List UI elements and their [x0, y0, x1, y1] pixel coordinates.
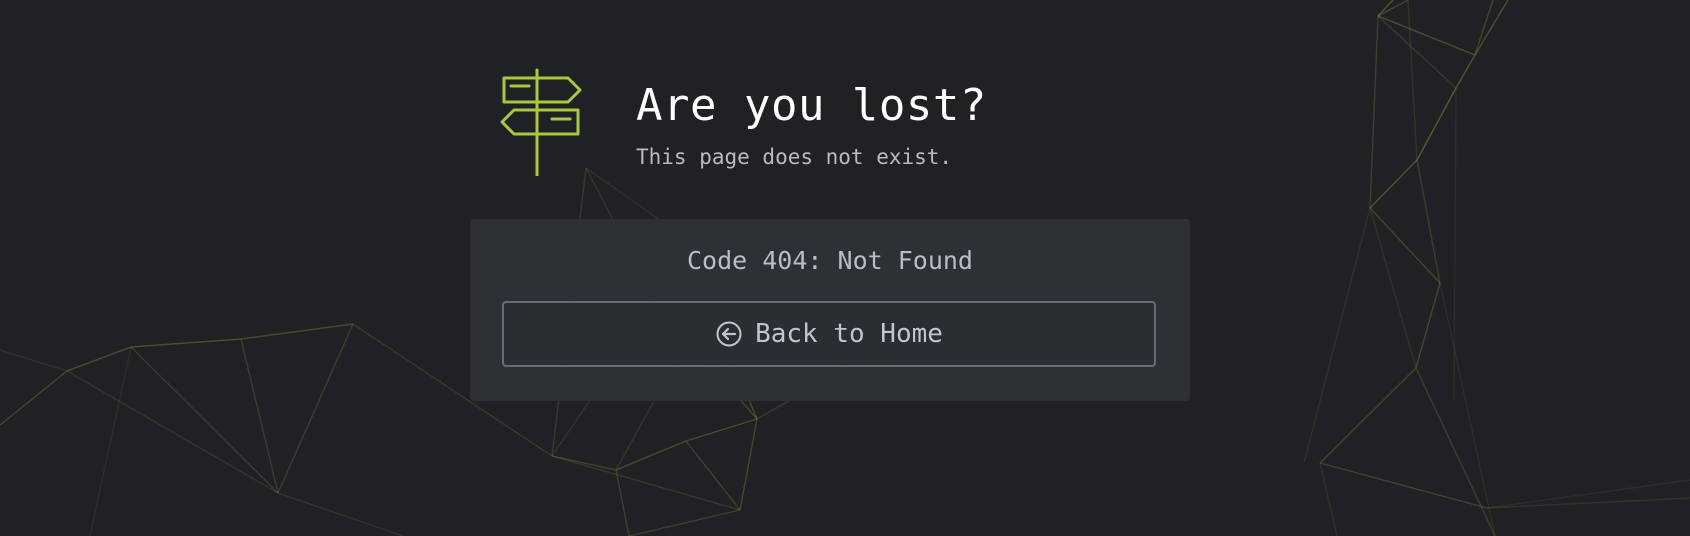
back-to-home-label: Back to Home — [755, 319, 943, 349]
hero-section: Are you lost? This page does not exist. — [498, 68, 998, 178]
error-code-text: Code 404: Not Found — [687, 246, 973, 275]
error-card: Code 404: Not Found Back to Home — [470, 219, 1190, 401]
back-to-home-button[interactable]: Back to Home — [502, 301, 1156, 367]
signpost-icon — [500, 68, 582, 176]
page-subtitle: This page does not exist. — [636, 145, 953, 169]
not-found-page: Are you lost? This page does not exist. … — [0, 0, 1690, 536]
circle-arrow-left-icon — [716, 321, 742, 347]
page-title: Are you lost? — [636, 80, 987, 131]
